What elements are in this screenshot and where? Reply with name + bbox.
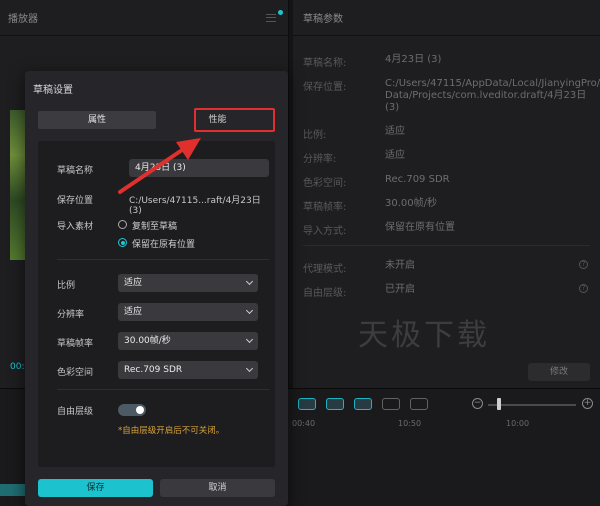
cancel-button[interactable]: 取消 (160, 479, 275, 497)
timeline-clip[interactable] (0, 484, 26, 496)
param-value-resolution: 适应 (385, 150, 405, 161)
save-button[interactable]: 保存 (38, 479, 153, 497)
param-value-name: 4月23日 (3) (385, 54, 442, 65)
video-preview (10, 110, 26, 260)
modify-button[interactable]: 修改 (528, 363, 590, 381)
framerate-label: 草稿帧率 (57, 339, 94, 349)
location-label: 保存位置 (57, 196, 94, 206)
timeline-tick: 00:40 (292, 419, 316, 428)
param-label-framerate: 草稿帧率: (303, 202, 347, 213)
magnet-icon[interactable] (326, 398, 344, 410)
param-label-import: 导入方式: (303, 226, 347, 237)
radio-keep[interactable] (118, 238, 127, 247)
menu-icon[interactable] (266, 14, 276, 22)
resolution-select[interactable]: 适应 (118, 303, 258, 321)
param-label-name: 草稿名称: (303, 58, 347, 69)
tab-attributes[interactable]: 属性 (38, 111, 156, 129)
params-divider (303, 245, 590, 246)
radio-keep-label[interactable]: 保留在原有位置 (132, 237, 195, 250)
watermark: 天极下载 (358, 318, 490, 353)
param-label-resolution: 分辨率: (303, 154, 337, 165)
param-value-ratio: 适应 (385, 126, 405, 137)
param-label-proxy: 代理模式: (303, 264, 347, 275)
draft-settings-dialog: 草稿设置 属性 性能 草稿名称 4月23日 (3) 保存位置 C:/Users/… (25, 71, 288, 506)
chevron-down-icon (245, 335, 254, 344)
divider (57, 389, 269, 390)
ratio-select[interactable]: 适应 (118, 274, 258, 292)
freelayer-label: 自由层级 (57, 407, 94, 417)
param-value-proxy: 未开启 (385, 260, 415, 271)
freelayer-toggle[interactable] (118, 404, 146, 416)
ratio-select-value: 适应 (124, 278, 143, 288)
dialog-title: 草稿设置 (33, 85, 73, 96)
split-icon[interactable] (382, 398, 400, 410)
zoom-slider[interactable] (488, 404, 576, 406)
help-icon[interactable]: ? (579, 284, 588, 293)
draft-name-input[interactable]: 4月23日 (3) (129, 159, 269, 177)
notification-dot-icon (278, 10, 283, 15)
radio-copy[interactable] (118, 220, 127, 229)
zoom-in-icon[interactable]: + (582, 398, 593, 409)
snap-icon[interactable] (354, 398, 372, 410)
timeline-tick: 10:50 (398, 419, 422, 428)
link-icon[interactable] (298, 398, 316, 410)
param-value-import: 保留在原有位置 (385, 222, 455, 233)
param-label-freelayer: 自由层级: (303, 288, 347, 299)
toggle-knob (136, 406, 144, 414)
player-title: 播放器 (0, 0, 288, 36)
ratio-label: 比例 (57, 281, 76, 291)
chevron-down-icon (245, 277, 254, 286)
resolution-select-value: 适应 (124, 307, 143, 317)
zoom-out-icon[interactable]: − (472, 398, 483, 409)
chevron-down-icon (245, 306, 254, 315)
highlight-box (194, 108, 275, 132)
framerate-select-value: 30.00帧/秒 (124, 336, 171, 346)
location-value: C:/Users/47115...raft/4月23日 (3) (129, 196, 261, 216)
help-icon[interactable]: ? (579, 260, 588, 269)
timeline-toolbar (298, 398, 428, 410)
zoom-slider-handle[interactable] (497, 398, 501, 410)
freelayer-warning: *自由层级开启后不可关闭。 (118, 426, 225, 436)
divider (57, 259, 269, 260)
timeline-tick: 10:00 (506, 419, 530, 428)
radio-copy-label[interactable]: 复制至草稿 (132, 219, 177, 232)
param-label-location: 保存位置: (303, 82, 347, 93)
colorspace-select[interactable]: Rec.709 SDR (118, 361, 258, 379)
param-value-freelayer: 已开启 (385, 284, 415, 295)
settings-content: 草稿名称 4月23日 (3) 保存位置 C:/Users/47115...raf… (38, 141, 275, 467)
params-title: 草稿参数 (293, 0, 600, 36)
param-value-location: C:/Users/47115/AppData/Local/JianyingPro… (385, 78, 600, 113)
name-label: 草稿名称 (57, 166, 94, 176)
colorspace-select-value: Rec.709 SDR (124, 365, 183, 375)
chevron-down-icon (245, 364, 254, 373)
param-label-ratio: 比例: (303, 130, 327, 141)
param-value-colorspace: Rec.709 SDR (385, 174, 450, 185)
preview-axis-icon[interactable] (410, 398, 428, 410)
colorspace-label: 色彩空间 (57, 368, 94, 378)
param-value-framerate: 30.00帧/秒 (385, 198, 437, 209)
param-label-colorspace: 色彩空间: (303, 178, 347, 189)
framerate-select[interactable]: 30.00帧/秒 (118, 332, 258, 350)
resolution-label: 分辨率 (57, 310, 85, 320)
import-label: 导入素材 (57, 222, 94, 232)
